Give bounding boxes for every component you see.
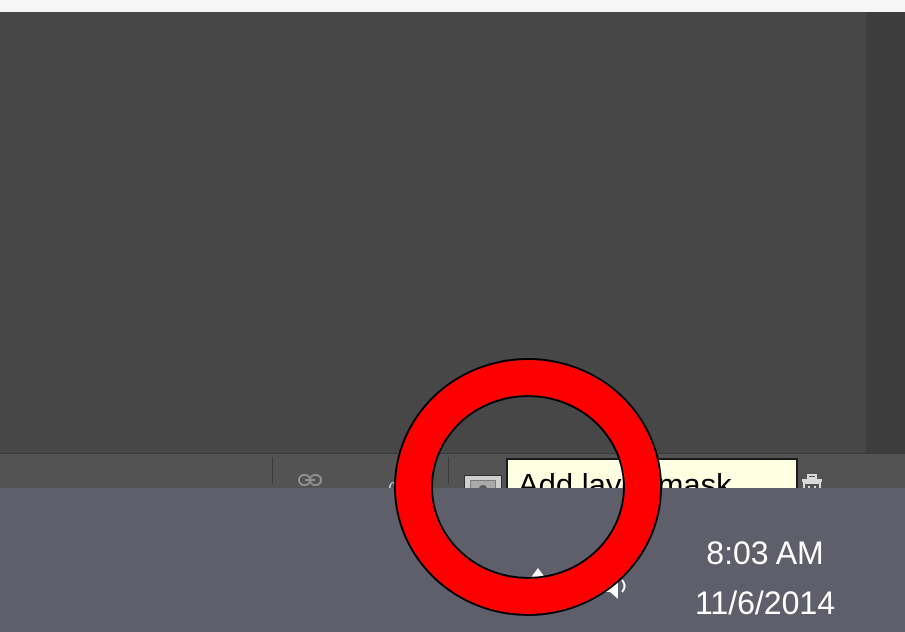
panel-scroll-gutter[interactable] (868, 12, 905, 453)
link-icon[interactable] (298, 473, 322, 487)
system-clock[interactable]: 8:03 AM 11/6/2014 (660, 528, 870, 628)
screenshot: f Add layer mask 8:03 AM 11/6/2014 (0, 0, 905, 632)
layers-panel-content (0, 12, 866, 453)
cropped-top-text-strip (0, 0, 905, 12)
tray-up-arrow-icon[interactable] (526, 564, 550, 588)
clock-time: 8:03 AM (706, 535, 824, 571)
clock-date: 11/6/2014 (695, 585, 835, 621)
footer-separator (448, 457, 449, 484)
footer-separator (272, 457, 273, 484)
volume-icon[interactable] (602, 568, 630, 604)
